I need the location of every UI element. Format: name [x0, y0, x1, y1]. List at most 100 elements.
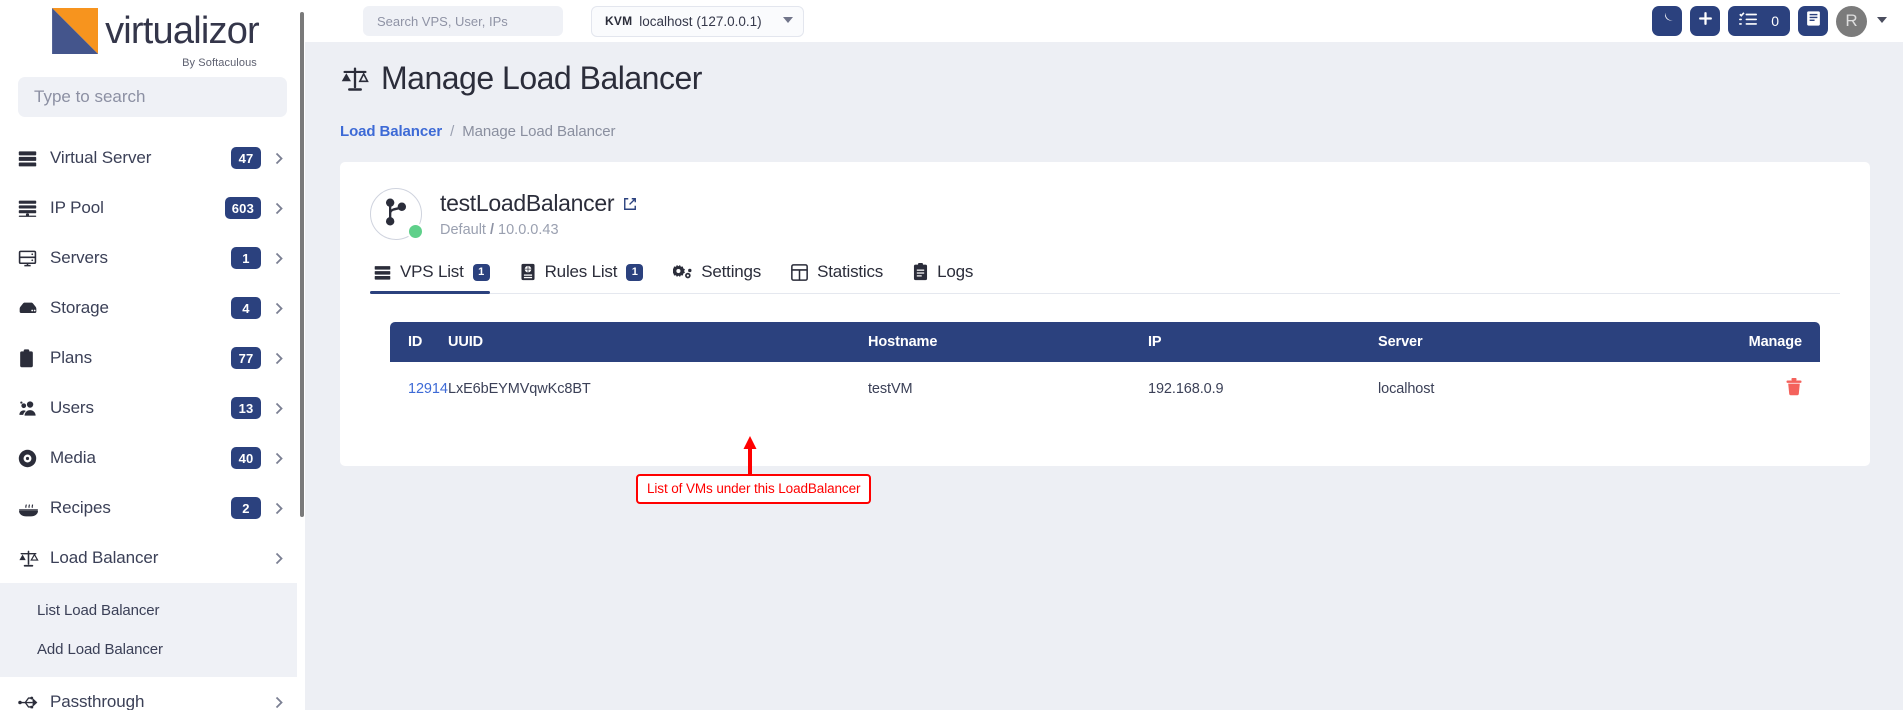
chevron-down-icon — [783, 16, 793, 26]
gear-icon — [673, 264, 692, 281]
tab-label: VPS List — [400, 262, 464, 281]
chevron-right-icon — [273, 202, 285, 215]
server-rack-icon — [374, 264, 391, 281]
external-link-icon[interactable] — [623, 197, 637, 211]
topbar: KVM localhost (127.0.0.1) — [305, 0, 1903, 42]
sidebar-item-label: Storage — [50, 298, 109, 317]
usb-icon — [18, 694, 46, 710]
clipboard-icon — [18, 348, 46, 368]
page-content: Manage Load Balancer Load Balancer / Man… — [305, 42, 1903, 710]
sidebar-search-input[interactable] — [34, 87, 271, 107]
storage-icon — [18, 298, 46, 318]
chevron-right-icon — [273, 252, 285, 265]
vps-id-link[interactable]: 12914 — [408, 381, 448, 397]
sidebar-search[interactable] — [18, 77, 287, 117]
server-rack-icon — [18, 149, 46, 168]
disc-icon — [18, 449, 46, 468]
sidebar-item-ip-pool[interactable]: IP Pool 603 — [0, 183, 305, 233]
tab-badge: 1 — [626, 263, 644, 281]
load-balancer-name: testLoadBalancer — [440, 190, 615, 216]
global-search[interactable] — [363, 6, 563, 36]
brand-logo[interactable]: virtualizor By Softaculous — [0, 0, 305, 77]
brand-name: virtualizor — [105, 10, 260, 52]
sidebar-item-badge: 4 — [231, 297, 261, 319]
table-row: 12914 LxE6bEYMVqwKc8BT testVM 192.168.0.… — [390, 362, 1820, 416]
server-host-label: localhost (127.0.0.1) — [639, 13, 762, 29]
tab-vps-list[interactable]: VPS List 1 — [370, 262, 516, 294]
sidebar-item-passthrough[interactable]: Passthrough — [0, 677, 305, 710]
column-header-server[interactable]: Server — [1378, 322, 1618, 362]
sidebar-item-virtual-server[interactable]: Virtual Server 47 — [0, 133, 305, 183]
load-balancer-group: Default — [440, 222, 486, 238]
scale-icon — [18, 549, 46, 568]
chevron-right-icon — [273, 552, 285, 565]
page-title: Manage Load Balancer — [381, 60, 702, 96]
cell-server: localhost — [1378, 381, 1435, 397]
load-balancer-submenu: List Load Balancer Add Load Balancer — [0, 583, 305, 677]
submenu-item-add-load-balancer[interactable]: Add Load Balancer — [0, 630, 305, 669]
sidebar-item-storage[interactable]: Storage 4 — [0, 283, 305, 333]
server-selector[interactable]: KVM localhost (127.0.0.1) — [591, 5, 804, 37]
sidebar-item-label: IP Pool — [50, 198, 104, 217]
sidebar-item-media[interactable]: Media 40 — [0, 433, 305, 483]
sidebar-item-label: Servers — [50, 248, 108, 267]
avatar[interactable]: R — [1836, 5, 1867, 37]
sidebar-item-label: Virtual Server — [50, 148, 152, 167]
breadcrumb: Load Balancer / Manage Load Balancer — [305, 97, 1903, 140]
virtualizor-logo-icon — [52, 8, 99, 54]
sidebar-item-servers[interactable]: Servers 1 — [0, 233, 305, 283]
cell-hostname: testVM — [868, 381, 913, 397]
sidebar-item-badge: 77 — [231, 347, 261, 369]
breadcrumb-link-load-balancer[interactable]: Load Balancer — [340, 123, 442, 140]
sidebar-item-users[interactable]: Users 13 — [0, 383, 305, 433]
table-header-row: ID UUID Hostname IP Server Manage — [390, 322, 1820, 362]
tab-label: Rules List — [544, 262, 618, 281]
sidebar-item-plans[interactable]: Plans 77 — [0, 333, 305, 383]
chevron-right-icon — [273, 302, 285, 315]
cell-uuid: LxE6bEYMVqwKc8BT — [448, 381, 591, 397]
column-header-ip[interactable]: IP — [1148, 322, 1378, 362]
server-type-label: KVM — [605, 14, 633, 28]
docs-button[interactable] — [1798, 6, 1828, 36]
column-header-hostname[interactable]: Hostname — [868, 322, 1148, 362]
sidebar-item-recipes[interactable]: Recipes 2 — [0, 483, 305, 533]
monitor-icon — [18, 249, 46, 268]
table-body: 12914 LxE6bEYMVqwKc8BT testVM 192.168.0.… — [390, 362, 1820, 416]
tasks-button[interactable]: 0 — [1728, 6, 1790, 36]
tab-bar: VPS List 1 Rules List 1 Settings Statist… — [370, 262, 1840, 294]
chevron-down-icon[interactable] — [1877, 16, 1887, 26]
tab-statistics[interactable]: Statistics — [787, 262, 909, 293]
sidebar-item-badge: 2 — [231, 497, 261, 519]
cell-id: 12914 — [390, 362, 448, 416]
column-header-uuid[interactable]: UUID — [448, 322, 868, 362]
trash-icon[interactable] — [1786, 378, 1802, 396]
tab-badge: 1 — [472, 263, 490, 281]
tab-settings[interactable]: Settings — [669, 262, 787, 293]
scrollbar-thumb[interactable] — [300, 12, 304, 517]
chevron-right-icon — [273, 452, 285, 465]
recipes-icon — [18, 499, 46, 518]
annotation-callout: List of VMs under this LoadBalancer — [636, 436, 872, 504]
column-header-id[interactable]: ID — [390, 322, 448, 362]
app-root: virtualizor By Softaculous Virtual Serve… — [0, 0, 1903, 710]
sidebar-item-load-balancer[interactable]: Load Balancer — [0, 533, 305, 583]
dark-mode-button[interactable] — [1652, 6, 1683, 36]
sidebar-item-badge: 47 — [231, 147, 261, 169]
users-icon — [18, 399, 46, 418]
chevron-right-icon — [273, 152, 285, 165]
chevron-right-icon — [273, 502, 285, 515]
submenu-item-list-load-balancer[interactable]: List Load Balancer — [0, 591, 305, 630]
tasks-count: 0 — [1771, 13, 1779, 29]
sidebar-scrollbar[interactable] — [297, 0, 305, 710]
annotation-text: List of VMs under this LoadBalancer — [636, 474, 872, 504]
subtitle-separator: / — [489, 222, 495, 238]
cell-manage — [1618, 362, 1820, 416]
tab-label: Settings — [701, 262, 762, 281]
add-button[interactable] — [1690, 6, 1721, 36]
tab-rules-list[interactable]: Rules List 1 — [516, 262, 670, 293]
table-head: ID UUID Hostname IP Server Manage — [390, 322, 1820, 362]
column-header-manage: Manage — [1618, 322, 1820, 362]
global-search-input[interactable] — [377, 13, 549, 29]
tab-logs[interactable]: Logs — [909, 262, 999, 293]
chevron-right-icon — [273, 696, 285, 709]
